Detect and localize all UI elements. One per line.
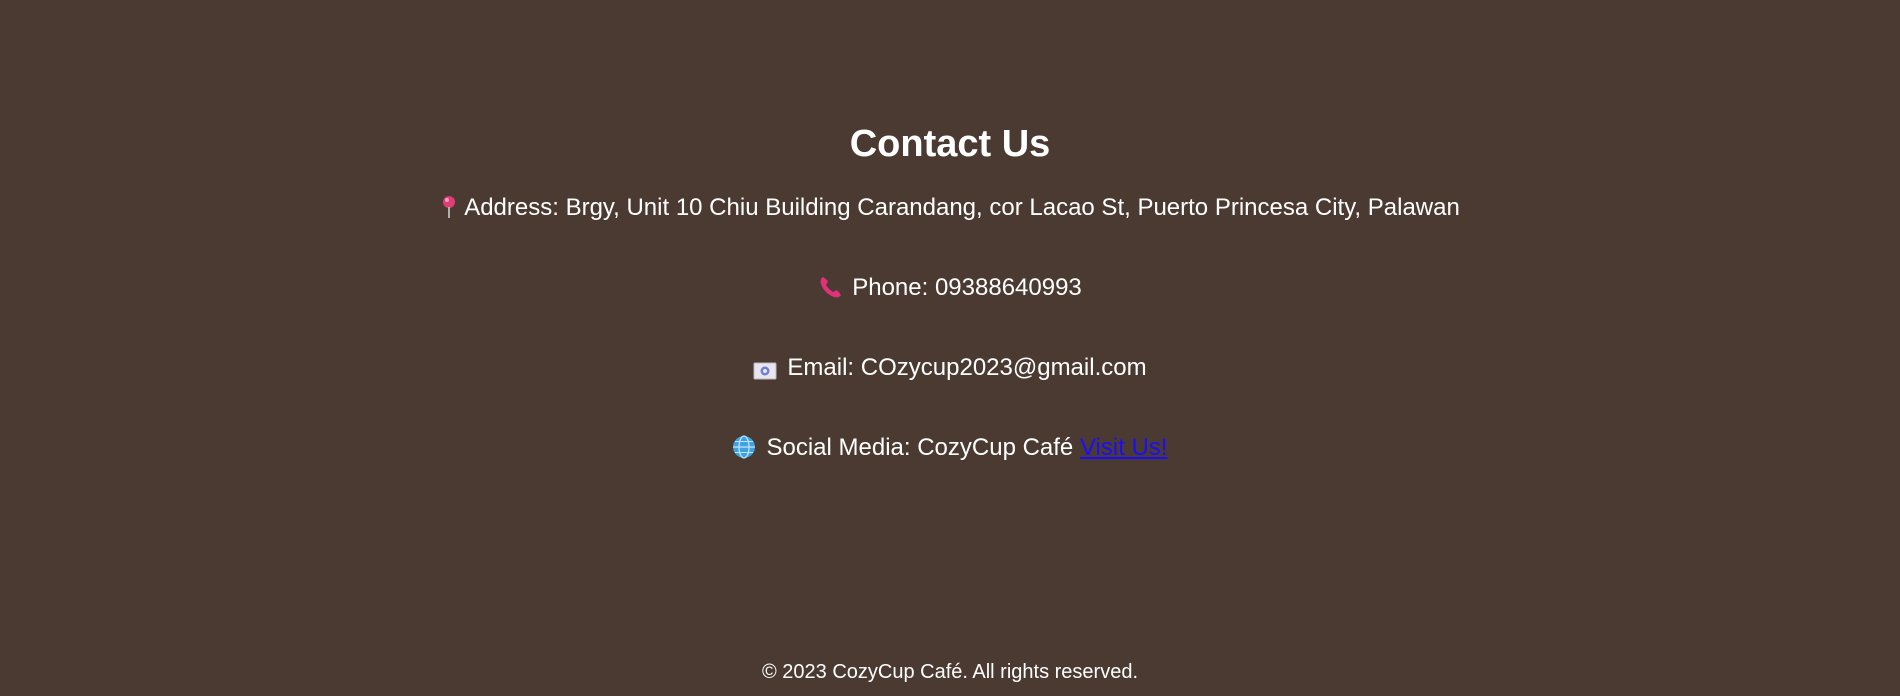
globe-icon: [732, 435, 756, 459]
phone-text: Phone: 09388640993: [852, 274, 1082, 301]
address-line: Address: Brgy, Unit 10 Chiu Building Car…: [0, 193, 1900, 223]
email-line: Email: COzycup2023@gmail.com: [0, 353, 1900, 383]
page-title: Contact Us: [849, 123, 1051, 165]
footer-copyright: © 2023 CozyCup Café. All rights reserved…: [761, 661, 1139, 683]
social-line: Social Media: CozyCup Café Visit Us!: [0, 433, 1900, 463]
social-text: Social Media: CozyCup Café: [766, 434, 1074, 461]
email-text: Email: COzycup2023@gmail.com: [787, 354, 1147, 381]
address-text: Address: Brgy, Unit 10 Chiu Building Car…: [464, 194, 1460, 221]
pin-icon: [440, 195, 458, 219]
email-icon: [753, 358, 777, 380]
phone-icon: [818, 274, 844, 300]
visit-us-link[interactable]: Visit Us!: [1080, 434, 1168, 461]
phone-line: Phone: 09388640993: [0, 273, 1900, 303]
